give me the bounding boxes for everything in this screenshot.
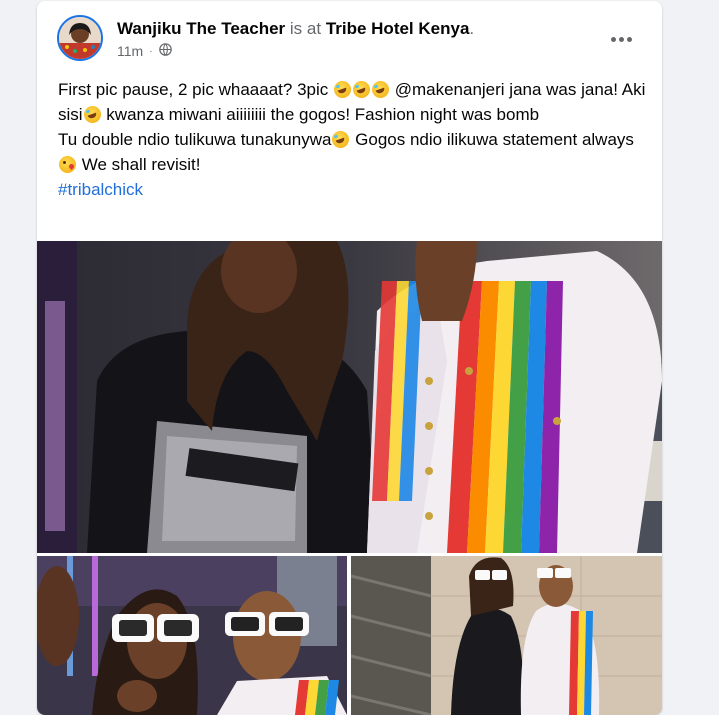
post-text-segment: First pic pause, 2 pic whaaaat? 3pic xyxy=(58,80,333,99)
location-link[interactable]: Tribe Hotel Kenya xyxy=(326,19,470,38)
location-suffix: . xyxy=(469,19,475,38)
rolling-on-floor-laughing-icon xyxy=(332,131,350,148)
post-text-segment: We shall revisit! xyxy=(77,155,201,174)
post-paragraph-2: Tu double ndio tulikuwa tunakunywa Gogos… xyxy=(58,127,648,177)
rolling-on-floor-laughing-icon xyxy=(333,81,351,98)
connector-text: is at xyxy=(289,19,322,38)
post-card: Wanjiku The Teacher is at Tribe Hotel Ke… xyxy=(37,1,662,715)
photo-main[interactable] xyxy=(37,241,662,553)
blowing-kiss-icon xyxy=(59,156,76,173)
rolling-on-floor-laughing-icon xyxy=(83,106,101,123)
more-options-icon[interactable] xyxy=(603,23,639,55)
post-text-segment: Tu double ndio tulikuwa tunakunywa xyxy=(58,130,332,149)
post-paragraph-3: #tribalchick xyxy=(58,177,648,202)
rolling-on-floor-laughing-icon xyxy=(371,81,389,98)
post-text-segment: kwanza miwani aiiiiiiii the gogos! Fashi… xyxy=(101,105,540,124)
author-name[interactable]: Wanjiku The Teacher xyxy=(117,19,285,38)
post-text-segment: Gogos ndio ilikuwa statement always xyxy=(350,130,634,149)
globe-icon xyxy=(158,43,172,59)
meta-separator: · xyxy=(149,45,153,57)
hashtag-link[interactable]: #tribalchick xyxy=(58,180,143,199)
author-avatar[interactable] xyxy=(57,15,103,61)
photo-bottom-left[interactable] xyxy=(37,556,347,715)
photo-bottom-right[interactable] xyxy=(351,556,662,715)
author-line: Wanjiku The Teacher is at Tribe Hotel Ke… xyxy=(117,18,474,40)
rolling-on-floor-laughing-icon xyxy=(352,81,370,98)
post-meta: 11m · xyxy=(117,43,172,59)
post-timestamp[interactable]: 11m xyxy=(117,43,143,59)
post-text: First pic pause, 2 pic whaaaat? 3pic @ma… xyxy=(58,77,648,202)
post-header: Wanjiku The Teacher is at Tribe Hotel Ke… xyxy=(37,1,662,71)
post-paragraph-1: First pic pause, 2 pic whaaaat? 3pic @ma… xyxy=(58,77,648,127)
